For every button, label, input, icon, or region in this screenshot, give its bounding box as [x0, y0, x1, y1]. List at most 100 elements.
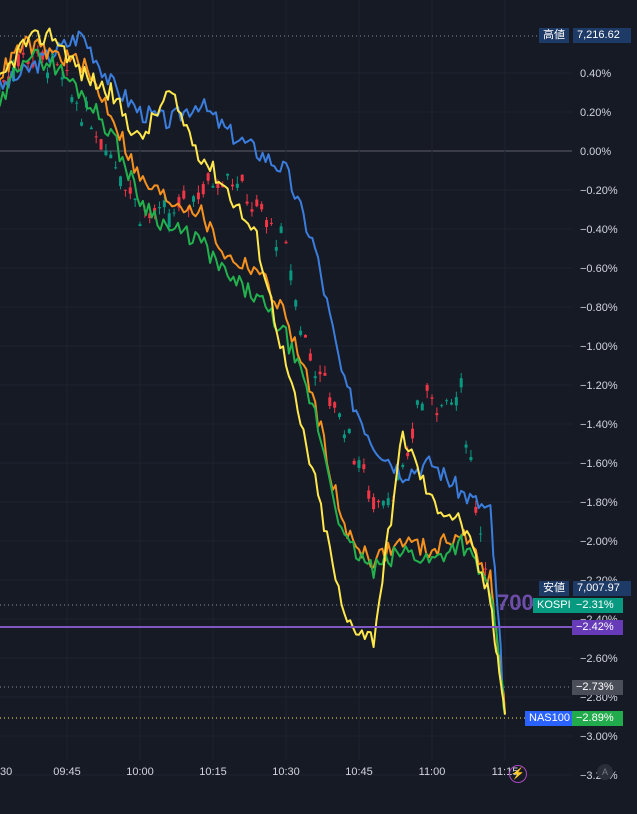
low-label-tag: 安値 [539, 581, 569, 596]
y-tick-label: −2.00% [580, 536, 618, 548]
candle-body [469, 457, 473, 461]
candle-body [294, 300, 298, 307]
candle-body [430, 397, 434, 399]
candle-body [114, 167, 118, 169]
candle-body [250, 209, 254, 212]
candle-body [449, 402, 453, 405]
candle-body [425, 384, 429, 391]
candle-body [352, 460, 356, 465]
y-tick-label: −1.20% [580, 380, 618, 392]
candle-body [440, 405, 444, 407]
candle-body [279, 226, 283, 233]
candle-body [367, 490, 371, 499]
candle-body [274, 247, 278, 251]
y-tick-label: −1.80% [580, 497, 618, 509]
candle-body [75, 102, 79, 104]
candle-body [328, 397, 332, 407]
candle-body [109, 154, 113, 159]
kospi-value-tag: −2.31% [572, 598, 623, 613]
candle-body [89, 127, 93, 130]
candle-body [303, 334, 307, 338]
y-tick-label: −0.80% [580, 302, 618, 314]
candle-body [46, 72, 50, 79]
candle-body [201, 184, 205, 195]
purple-line-tag: −2.42% [572, 620, 623, 635]
candle-body [192, 196, 196, 202]
candle-body [157, 207, 161, 209]
candle-body [128, 187, 132, 194]
grey-line-tag: −2.73% [572, 680, 623, 695]
y-tick-label: −0.60% [580, 263, 618, 275]
y-tick-label: 0.20% [580, 107, 611, 119]
x-tick-label: 10:45 [345, 766, 373, 778]
candle-body [104, 150, 108, 156]
candle-body [211, 185, 215, 188]
candle-body [464, 444, 468, 448]
x-tick-label: 11:00 [419, 766, 446, 778]
candle-body [308, 353, 312, 361]
candle-body [60, 77, 64, 80]
x-tick-label: 30 [0, 766, 12, 778]
kospi-symbol-tag[interactable]: KOSPI [533, 598, 575, 613]
comparison-lines [0, 27, 506, 715]
candle-body [342, 434, 346, 439]
candle-body [162, 200, 166, 208]
y-axis[interactable]: 0.40% 0.20% 0.00% −0.20% −0.40% −0.60% −0.80% −… [580, 68, 618, 782]
candle-body [216, 183, 220, 188]
candle-body [230, 184, 234, 187]
candle-body [415, 400, 419, 405]
x-tick-label: 10:00 [126, 766, 154, 778]
candle-body [420, 403, 424, 411]
candle-body [474, 506, 478, 513]
candle-body [70, 97, 74, 102]
candle-body [411, 428, 415, 439]
chart-grid [0, 0, 572, 776]
candle-body [138, 224, 142, 226]
candle-body [333, 402, 337, 408]
candle-body [133, 198, 137, 201]
candle-body [245, 201, 249, 204]
candle-body [50, 53, 54, 56]
lightning-icon[interactable]: ⚡ [509, 765, 527, 783]
candle-body [65, 70, 69, 72]
candle-body [206, 173, 210, 181]
candle-body [284, 241, 288, 244]
price-watermark: 700 [497, 590, 534, 615]
nas100-value-tag: −2.89% [572, 711, 623, 726]
y-tick-label: 0.00% [580, 146, 611, 158]
x-axis[interactable]: 30 09:45 10:00 10:15 10:30 10:45 11:00 11:15 [0, 766, 518, 778]
candle-body [99, 139, 103, 150]
candle-body [226, 173, 230, 176]
candle-body [459, 378, 463, 388]
candle-body [376, 500, 380, 503]
chart[interactable]: 0.40% 0.20% 0.00% −0.20% −0.40% −0.60% −0.80% −… [0, 0, 637, 814]
y-tick-label: −2.60% [580, 653, 618, 665]
candle-body [323, 372, 327, 376]
comparison-line [0, 30, 506, 715]
candle-body [265, 220, 269, 228]
candle-body [123, 189, 127, 191]
candle-body [196, 192, 200, 200]
candle-body [167, 213, 171, 228]
candle-body [406, 452, 410, 457]
candle-body [401, 464, 405, 467]
comparison-line [0, 35, 506, 715]
auto-scale-button[interactable]: A [597, 764, 613, 780]
candle-body [484, 568, 488, 570]
low-value-tag: 7,007.97 [573, 581, 631, 596]
candle-body [182, 190, 186, 199]
candle-body [289, 270, 293, 281]
candle-body [80, 122, 84, 126]
candle-body [260, 203, 264, 210]
candle-body [318, 371, 322, 375]
candle-body [362, 464, 366, 470]
nas100-symbol-tag[interactable]: NAS100 [525, 711, 574, 726]
candle-body [240, 174, 244, 181]
candle-body [255, 199, 259, 207]
candle-body [479, 533, 483, 535]
candle-body [347, 428, 351, 434]
candle-body [454, 397, 458, 406]
candle-body [21, 52, 25, 55]
candle-body [445, 400, 449, 402]
high-label-tag: 高値 [539, 28, 569, 43]
